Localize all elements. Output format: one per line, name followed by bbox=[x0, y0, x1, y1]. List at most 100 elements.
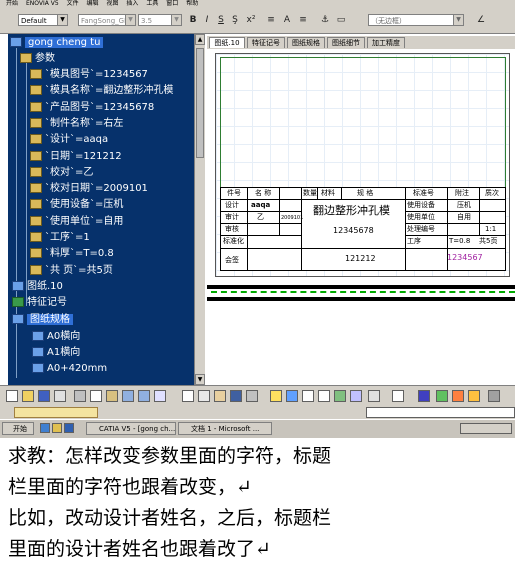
swap-icon[interactable] bbox=[392, 390, 404, 402]
tree-param-item[interactable]: `工序`=1 bbox=[30, 231, 90, 245]
command-input[interactable] bbox=[366, 407, 515, 418]
tree-param-label: `设计`=aaqa bbox=[45, 134, 109, 146]
tab-drawing-spec[interactable]: 图纸规格 bbox=[287, 37, 325, 48]
macro-icon[interactable] bbox=[214, 390, 226, 402]
tb-design-value: aaqa bbox=[251, 201, 271, 209]
fit-all-icon[interactable] bbox=[334, 390, 346, 402]
tree-param-label: `使用设备`=压机 bbox=[45, 199, 124, 211]
menu-help[interactable]: 帮助 bbox=[186, 0, 198, 7]
tree-feature-marks[interactable]: 特征记号 bbox=[12, 296, 67, 310]
task-word[interactable]: 文档 1 - Microsoft ... bbox=[178, 422, 272, 435]
undo-icon[interactable] bbox=[122, 390, 134, 402]
new-icon[interactable] bbox=[6, 390, 18, 402]
normal-view-icon[interactable] bbox=[350, 390, 362, 402]
start-button[interactable]: 开始 bbox=[2, 422, 34, 435]
tree-param-item[interactable]: `使用设备`=压机 bbox=[30, 198, 123, 212]
tree-param-item[interactable]: `校对日期`=2009101 bbox=[30, 182, 148, 196]
open-icon[interactable] bbox=[22, 390, 34, 402]
task-catia[interactable]: CATIA V5 - [gong ch... bbox=[86, 422, 176, 435]
menu-view[interactable]: 视图 bbox=[106, 0, 118, 7]
tree-param-item[interactable]: `使用单位`=自用 bbox=[30, 215, 123, 229]
tree-param-item[interactable]: `设计`=aaqa bbox=[30, 133, 108, 147]
scroll-down-icon[interactable]: ▼ bbox=[195, 374, 205, 385]
cut-icon[interactable] bbox=[74, 390, 86, 402]
tree-params[interactable]: 参数 bbox=[20, 52, 55, 66]
menu-tools[interactable]: 工具 bbox=[146, 0, 158, 7]
anchor-icon[interactable]: ⚓ bbox=[318, 13, 332, 27]
tree-sub-1[interactable]: A1横向 bbox=[32, 346, 80, 360]
tree-param-item[interactable]: `校对`=乙 bbox=[30, 166, 93, 180]
analysis-icon[interactable] bbox=[436, 390, 448, 402]
tab-feature-marks[interactable]: 特征记号 bbox=[247, 37, 285, 48]
comment-icon[interactable] bbox=[198, 390, 210, 402]
menu-window[interactable]: 窗口 bbox=[166, 0, 178, 7]
folder-icon[interactable] bbox=[52, 423, 62, 433]
menu-start[interactable]: 开始 bbox=[6, 0, 18, 7]
tree-drawing-spec[interactable]: 图纸规格 bbox=[12, 313, 73, 327]
bold-button[interactable]: B bbox=[186, 13, 200, 27]
parameter-icon bbox=[30, 150, 42, 161]
tree-drawing-sheet[interactable]: 图纸.10 bbox=[12, 280, 63, 294]
grid-icon[interactable] bbox=[246, 390, 258, 402]
tree-param-item[interactable]: `共 页`=共5页 bbox=[30, 264, 113, 278]
tree-param-item[interactable]: `制件名称`=右左 bbox=[30, 117, 123, 131]
refresh-icon[interactable] bbox=[368, 390, 380, 402]
style-combo[interactable]: Default ▼ bbox=[18, 14, 68, 26]
grid-display-icon[interactable] bbox=[418, 390, 430, 402]
tab-machining-accuracy[interactable]: 加工精度 bbox=[367, 37, 405, 48]
ie-icon[interactable] bbox=[40, 423, 50, 433]
tab-drawing-detail[interactable]: 图纸细节 bbox=[327, 37, 365, 48]
properties-icon[interactable] bbox=[488, 390, 500, 402]
tb-header-standard: 标准号 bbox=[413, 189, 434, 197]
menu-enovia[interactable]: ENOVIA V5 bbox=[26, 0, 59, 7]
rotate-icon[interactable] bbox=[286, 390, 298, 402]
tree-param-item[interactable]: `模具图号`=1234567 bbox=[30, 68, 148, 82]
tree-param-label: `工序`=1 bbox=[45, 232, 90, 243]
align-center-icon[interactable]: ≡ bbox=[296, 13, 310, 27]
frame-combo[interactable]: （无边框） ▼ bbox=[368, 14, 464, 26]
help-icon[interactable] bbox=[154, 390, 166, 402]
tree-sub-2[interactable]: A0+420mm bbox=[32, 362, 107, 376]
font-combo[interactable]: FangSong_GB23 ▼ bbox=[78, 14, 136, 26]
menu-insert[interactable]: 插入 bbox=[126, 0, 138, 7]
align-left-icon[interactable]: ≡ bbox=[264, 13, 278, 27]
tree-scrollbar[interactable]: ▲ ▼ bbox=[194, 34, 205, 385]
scroll-up-icon[interactable]: ▲ bbox=[195, 34, 205, 45]
redo-icon[interactable] bbox=[138, 390, 150, 402]
tree-param-label: `使用单位`=自用 bbox=[45, 215, 124, 227]
rules-icon[interactable] bbox=[468, 390, 480, 402]
strikethrough-icon[interactable]: Ş bbox=[228, 13, 242, 27]
italic-button[interactable]: I bbox=[200, 13, 214, 27]
menu-edit[interactable]: 编辑 bbox=[87, 0, 99, 7]
knowledge-icon[interactable] bbox=[452, 390, 464, 402]
save-icon[interactable] bbox=[38, 390, 50, 402]
underline-button[interactable]: S bbox=[214, 13, 228, 27]
tb-header-qty: 数量 bbox=[303, 189, 317, 197]
tree-param-item[interactable]: `料厚`=T=0.8 bbox=[30, 247, 114, 261]
tree-params-label: 参数 bbox=[35, 53, 55, 64]
tree-root[interactable]: gong cheng tu bbox=[10, 36, 104, 50]
ime-toolbar[interactable] bbox=[14, 407, 98, 418]
tab-sheet-10[interactable]: 图纸.10 bbox=[209, 37, 245, 48]
symbol-icon[interactable]: ∠ bbox=[474, 13, 488, 27]
tree-param-item[interactable]: `日期`=121212 bbox=[30, 150, 122, 164]
size-combo[interactable]: 3.5 ▼ bbox=[138, 14, 182, 26]
print-icon[interactable] bbox=[54, 390, 66, 402]
menu-file[interactable]: 文件 bbox=[67, 0, 79, 7]
font-larger-icon[interactable]: A bbox=[280, 13, 294, 27]
table-icon[interactable] bbox=[230, 390, 242, 402]
scroll-thumb[interactable] bbox=[196, 48, 204, 158]
frame-icon[interactable]: ▭ bbox=[334, 13, 348, 27]
pan-icon[interactable] bbox=[270, 390, 282, 402]
superscript-icon[interactable]: x² bbox=[244, 13, 258, 27]
zoom-out-icon[interactable] bbox=[318, 390, 330, 402]
tree-param-item[interactable]: `产品图号`=12345678 bbox=[30, 101, 154, 115]
paste-icon[interactable] bbox=[106, 390, 118, 402]
drawing-canvas[interactable]: 件号 名 称 数量 材料 规 格 标准号 附注 质次 设计 审计 审核 标准化 … bbox=[207, 49, 515, 385]
formula-icon[interactable] bbox=[182, 390, 194, 402]
desktop-icon[interactable] bbox=[64, 423, 74, 433]
tree-param-item[interactable]: `模具名称`=翻边整形冲孔模 bbox=[30, 84, 173, 98]
zoom-in-icon[interactable] bbox=[302, 390, 314, 402]
tree-sub-0[interactable]: A0横向 bbox=[32, 330, 80, 344]
copy-icon[interactable] bbox=[90, 390, 102, 402]
